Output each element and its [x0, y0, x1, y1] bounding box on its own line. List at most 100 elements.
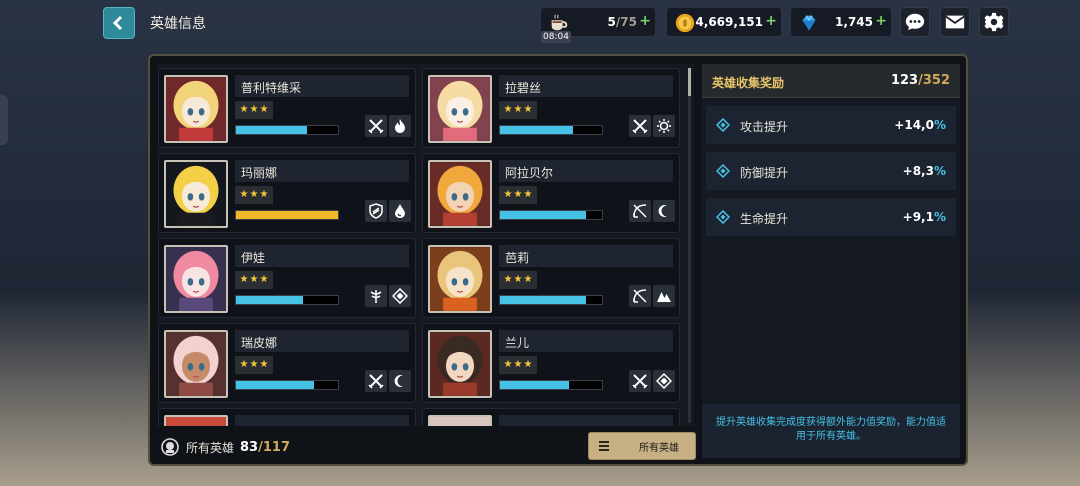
gold-resource[interactable]: 4,669,151 + — [666, 7, 782, 37]
hero-progress-bar — [499, 380, 603, 390]
stat-unit: % — [933, 118, 946, 132]
hero-stars: ★ ★ ★ — [499, 271, 537, 289]
hero-card[interactable]: 芭莉 ★ ★ ★ — [422, 238, 680, 318]
gold-plus-icon[interactable]: + — [765, 13, 777, 29]
star-icon: ★ — [523, 189, 533, 200]
star-icon: ★ — [503, 359, 513, 370]
settings-button[interactable] — [979, 7, 1009, 37]
hero-portrait — [428, 75, 492, 143]
hero-portrait-image — [166, 247, 226, 311]
star-icon: ★ — [259, 104, 269, 115]
hero-progress-bar — [235, 380, 339, 390]
star-icon: ★ — [259, 189, 269, 200]
hero-progress-fill — [236, 296, 304, 304]
hero-progress-fill — [500, 211, 586, 219]
hero-card-partial[interactable] — [422, 408, 680, 426]
hero-name: 兰儿 — [505, 336, 530, 350]
hero-stars: ★ ★ ★ — [499, 356, 537, 374]
back-button[interactable] — [103, 7, 135, 39]
gold-coin-icon — [673, 11, 697, 35]
hero-name: 拉碧丝 — [505, 81, 542, 95]
menu-icon — [599, 439, 609, 453]
filter-label: 所有英雄 — [639, 442, 679, 454]
hero-portrait-image — [166, 77, 226, 141]
gold-value: 4,669,151 — [695, 15, 763, 29]
star-icon: ★ — [513, 189, 523, 200]
hero-card[interactable]: 瑞皮娜 ★ ★ ★ — [158, 323, 416, 403]
hero-progress-bar — [499, 125, 603, 135]
star-icon: ★ — [239, 359, 249, 370]
hero-progress-fill — [236, 211, 338, 219]
hero-count-footer: 所有英雄 83/117 — [160, 436, 290, 458]
hero-portrait-image — [430, 77, 490, 141]
bow-icon — [629, 200, 651, 222]
hero-portrait — [428, 245, 492, 313]
hero-list[interactable]: 普利特维采 ★ ★ ★ 拉碧丝 ★ ★ ★ 玛丽娜 ★ ★ ★ 阿拉贝尔 ★ ★ ★ 伊娃 ★ ★ ★ 芭莉 ★ ★ ★ 瑞皮娜… — [158, 64, 694, 426]
hero-count: 83 — [240, 439, 259, 455]
star-icon: ★ — [503, 189, 513, 200]
stat-unit: % — [933, 210, 946, 224]
gem-plus-icon[interactable]: + — [875, 13, 887, 29]
diamond-icon — [653, 370, 675, 392]
star-icon: ★ — [523, 274, 533, 285]
reward-total: /352 — [918, 73, 950, 88]
moon-icon — [389, 370, 411, 392]
stamina-resource[interactable]: 5/75 + 08:04 — [540, 7, 656, 43]
stamina-plus-icon[interactable]: + — [639, 13, 651, 29]
hero-portrait — [428, 415, 492, 426]
hero-portrait-image — [430, 332, 490, 396]
stat-label: 防御提升 — [740, 166, 789, 180]
star-icon: ★ — [513, 104, 523, 115]
crossed-swords-icon — [629, 115, 651, 137]
hero-portrait-image — [430, 247, 490, 311]
hero-total: /117 — [258, 439, 290, 455]
collection-reward-panel: 英雄收集奖励 123/352 攻击提升 +14,0% 防御提升 +8,3% 生命… — [702, 64, 960, 458]
blue-gem-icon — [797, 11, 821, 35]
hero-stars: ★ ★ ★ — [235, 101, 273, 119]
stat-row-defense: 防御提升 +8,3% — [706, 152, 956, 190]
stat-value: +14,0 — [894, 118, 934, 132]
hero-portrait-image — [166, 162, 226, 226]
mountain-icon — [653, 285, 675, 307]
hero-progress-fill — [236, 126, 308, 134]
gem-resource[interactable]: 1,745 + — [790, 7, 892, 37]
hero-progress-fill — [500, 126, 574, 134]
hero-portrait — [164, 415, 228, 426]
hero-card-partial[interactable] — [158, 408, 416, 426]
star-icon: ★ — [239, 104, 249, 115]
hero-list-scrollbar[interactable] — [688, 68, 691, 423]
stat-label: 攻击提升 — [740, 120, 789, 134]
hero-name: 普利特维采 — [241, 81, 302, 95]
reward-title: 英雄收集奖励 — [712, 76, 785, 90]
mail-button[interactable] — [940, 7, 970, 37]
scrollbar-thumb[interactable] — [688, 68, 691, 96]
hero-portrait — [164, 75, 228, 143]
hero-card[interactable]: 兰儿 ★ ★ ★ — [422, 323, 680, 403]
star-icon: ★ — [259, 274, 269, 285]
filter-all-heroes-button[interactable]: 所有英雄 — [588, 432, 696, 460]
star-icon: ★ — [239, 274, 249, 285]
hero-progress-fill — [236, 381, 314, 389]
hero-card[interactable]: 普利特维采 ★ ★ ★ — [158, 68, 416, 148]
hero-stars: ★ ★ ★ — [235, 186, 273, 204]
hero-name-bar — [499, 415, 673, 426]
hero-card[interactable]: 玛丽娜 ★ ★ ★ — [158, 153, 416, 233]
star-icon: ★ — [503, 104, 513, 115]
chevron-left-icon — [112, 15, 123, 31]
hero-card[interactable]: 拉碧丝 ★ ★ ★ — [422, 68, 680, 148]
stamina-timer: 08:04 — [541, 31, 571, 43]
stamina-current: 5 — [607, 15, 616, 29]
diamond-bullet-icon — [716, 118, 730, 132]
hero-progress-bar — [235, 210, 339, 220]
stat-row-attack: 攻击提升 +14,0% — [706, 106, 956, 144]
chat-button[interactable] — [900, 7, 930, 37]
hero-helmet-icon — [161, 438, 179, 456]
stat-value: +8,3 — [902, 164, 934, 178]
hero-card[interactable]: 伊娃 ★ ★ ★ — [158, 238, 416, 318]
stat-row-hp: 生命提升 +9,1% — [706, 198, 956, 236]
hero-card[interactable]: 阿拉贝尔 ★ ★ ★ — [422, 153, 680, 233]
diamond-bullet-icon — [716, 164, 730, 178]
star-icon: ★ — [249, 104, 259, 115]
crossed-swords-icon — [365, 115, 387, 137]
hero-stars: ★ ★ ★ — [235, 271, 273, 289]
